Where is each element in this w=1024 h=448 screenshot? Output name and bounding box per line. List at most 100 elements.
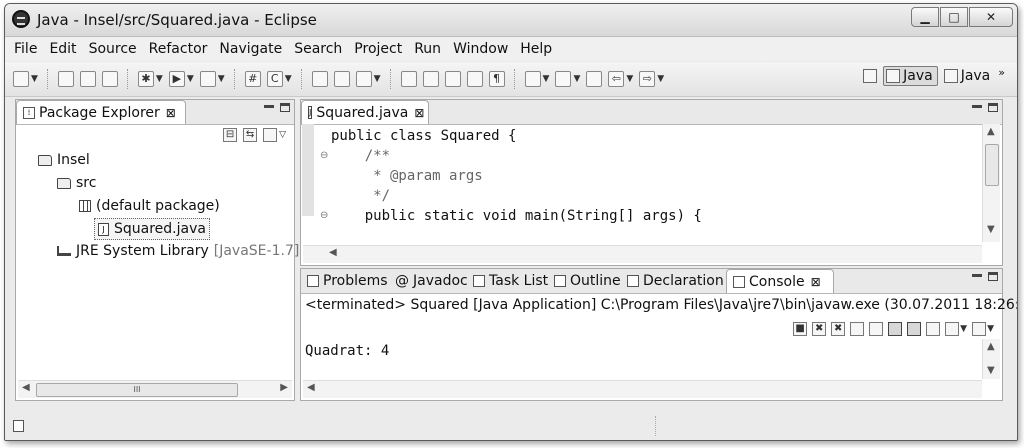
tree-item-src[interactable]: src <box>57 173 96 193</box>
block-selection-icon[interactable] <box>466 71 483 87</box>
open-task-icon[interactable] <box>333 71 350 87</box>
pin-console-icon[interactable] <box>926 322 941 336</box>
open-console-icon[interactable] <box>972 322 987 336</box>
minimize-view-icon[interactable] <box>264 105 274 109</box>
minimize-button[interactable]: ▁ <box>911 7 939 27</box>
save-all-icon[interactable] <box>79 71 96 87</box>
show-stdout-icon[interactable] <box>888 322 903 336</box>
editor-horizontal-scrollbar[interactable]: ◀ <box>303 245 982 263</box>
more-perspectives-icon[interactable]: » <box>998 66 1005 79</box>
maximize-view-icon[interactable] <box>988 272 998 281</box>
display-console-icon[interactable] <box>945 322 960 336</box>
fast-view-icon[interactable] <box>13 420 24 432</box>
scroll-left-icon[interactable]: ◀ <box>22 382 30 393</box>
new-class-icon[interactable]: C <box>266 71 283 87</box>
new-icon[interactable] <box>13 71 29 87</box>
scroll-right-icon[interactable]: ▶ <box>280 382 288 393</box>
search-dropdown-icon[interactable]: ▼ <box>374 74 381 84</box>
menu-file[interactable]: File <box>14 41 37 57</box>
terminate-icon[interactable]: ■ <box>793 322 808 336</box>
scroll-up-icon[interactable]: ▲ <box>987 126 995 137</box>
menu-run[interactable]: Run <box>414 41 441 57</box>
close-button[interactable]: ✕ <box>969 7 1013 27</box>
explorer-horizontal-scrollbar[interactable]: ◀ III ▶ <box>18 380 292 398</box>
java-perspective-other[interactable]: Java <box>943 68 990 84</box>
tree-item-project[interactable]: Insel <box>38 150 90 170</box>
maximize-view-icon[interactable] <box>988 103 998 112</box>
clear-console-icon[interactable] <box>850 322 865 336</box>
next-annotation-icon[interactable] <box>524 71 541 87</box>
fold-collapse-icon[interactable]: ⊖ <box>320 210 328 221</box>
next-annotation-dropdown-icon[interactable]: ▼ <box>543 74 550 84</box>
debug-icon[interactable]: ✱ <box>137 71 154 87</box>
toggle-breadcrumb-icon[interactable] <box>444 71 461 87</box>
minimize-view-icon[interactable] <box>972 274 982 278</box>
new-dropdown-icon[interactable]: ▼ <box>31 74 38 84</box>
view-menu-icon[interactable]: ▽ <box>279 130 286 140</box>
open-perspective-icon[interactable] <box>863 69 878 83</box>
last-edit-icon[interactable] <box>586 71 603 87</box>
menu-window[interactable]: Window <box>453 41 508 57</box>
prev-annotation-icon[interactable] <box>555 71 572 87</box>
scroll-thumb[interactable]: III <box>36 383 238 397</box>
new-java-project-icon[interactable]: # <box>244 71 261 87</box>
scroll-up-icon[interactable]: ▲ <box>987 341 995 352</box>
close-tab-icon[interactable]: ⊠ <box>811 275 821 289</box>
tab-declaration[interactable]: Declaration <box>621 269 730 292</box>
scroll-down-icon[interactable]: ▼ <box>987 365 995 376</box>
forward-icon[interactable]: ⇨ <box>639 71 656 87</box>
maximize-view-icon[interactable] <box>280 103 290 112</box>
open-type-icon[interactable] <box>311 71 328 87</box>
show-stderr-icon[interactable] <box>907 322 922 336</box>
new-class-dropdown-icon[interactable]: ▼ <box>285 74 292 84</box>
annotation-icon[interactable] <box>422 71 439 87</box>
remove-all-terminated-icon[interactable]: ✖ <box>831 322 846 336</box>
tab-problems[interactable]: Problems <box>301 269 394 292</box>
remove-launch-icon[interactable]: ✖ <box>812 322 827 336</box>
close-tab-icon[interactable]: ⊠ <box>414 106 424 120</box>
tab-package-explorer[interactable]: ⁞ Package Explorer ⊠ <box>16 100 186 124</box>
editor-vertical-scrollbar[interactable]: ▲ ▼ <box>982 124 1000 242</box>
menu-refactor[interactable]: Refactor <box>149 41 208 57</box>
tab-console[interactable]: Console ⊠ <box>726 269 834 293</box>
tree-item-jre-library[interactable]: JRE System Library [JavaSE-1.7] <box>57 241 299 261</box>
open-console-dropdown-icon[interactable]: ▼ <box>987 324 994 334</box>
console-output[interactable]: Quadrat: 4 <box>305 343 389 359</box>
run-dropdown-icon[interactable]: ▼ <box>187 74 194 84</box>
tree-item-squared-java[interactable]: J Squared.java <box>94 218 210 240</box>
scroll-left-icon[interactable]: ◀ <box>329 247 337 258</box>
collapse-all-icon[interactable]: ⊟ <box>223 128 238 142</box>
run-icon[interactable]: ▶ <box>168 71 185 87</box>
scroll-lock-icon[interactable] <box>869 322 884 336</box>
java-perspective-active[interactable]: Java <box>883 66 938 86</box>
menu-help[interactable]: Help <box>520 41 552 57</box>
filter-icon[interactable] <box>263 128 278 142</box>
search-icon[interactable] <box>355 71 372 87</box>
console-vertical-scrollbar[interactable]: ▲ ▼ <box>982 339 1000 379</box>
menu-search[interactable]: Search <box>294 41 342 57</box>
scroll-left-icon[interactable]: ◀ <box>307 382 315 393</box>
link-with-editor-icon[interactable]: ⇆ <box>243 128 258 142</box>
external-tools-icon[interactable] <box>199 71 216 87</box>
prev-annotation-dropdown-icon[interactable]: ▼ <box>573 74 580 84</box>
display-console-dropdown-icon[interactable]: ▼ <box>960 324 967 334</box>
minimize-view-icon[interactable] <box>972 105 982 109</box>
external-tools-dropdown-icon[interactable]: ▼ <box>218 74 225 84</box>
debug-dropdown-icon[interactable]: ▼ <box>156 74 163 84</box>
maximize-button[interactable]: □ <box>940 7 968 27</box>
toggle-mark-icon[interactable] <box>400 71 417 87</box>
menu-source[interactable]: Source <box>89 41 137 57</box>
scroll-thumb[interactable] <box>985 144 999 186</box>
fold-collapse-icon[interactable]: ⊖ <box>320 150 328 161</box>
save-icon[interactable] <box>57 71 74 87</box>
print-icon[interactable] <box>101 71 118 87</box>
tree-item-default-package[interactable]: (default package) <box>79 196 220 216</box>
close-tab-icon[interactable]: ⊠ <box>166 106 176 120</box>
menu-navigate[interactable]: Navigate <box>219 41 282 57</box>
scroll-down-icon[interactable]: ▼ <box>987 224 995 235</box>
tab-task-list[interactable]: Task List <box>467 269 554 292</box>
back-dropdown-icon[interactable]: ▼ <box>626 74 633 84</box>
menu-project[interactable]: Project <box>354 41 402 57</box>
tab-outline[interactable]: Outline <box>548 269 627 292</box>
back-icon[interactable]: ⇦ <box>608 71 625 87</box>
